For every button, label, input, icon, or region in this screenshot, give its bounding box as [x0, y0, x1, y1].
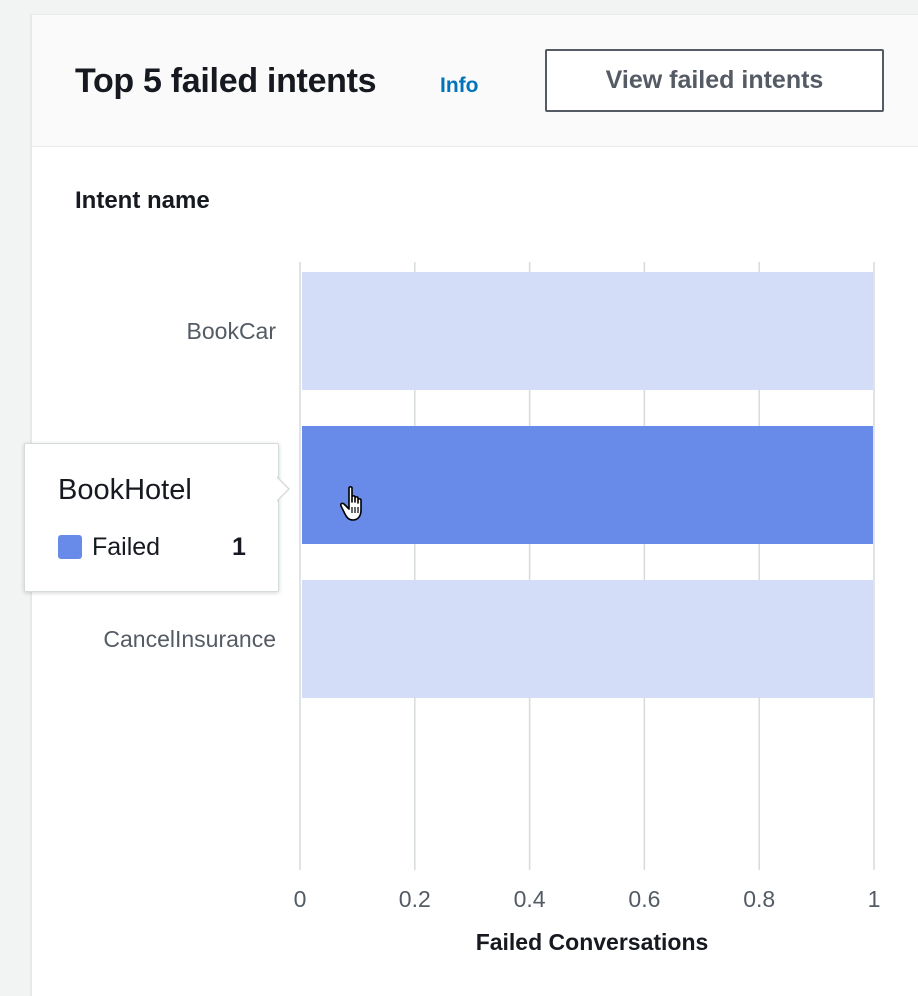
tooltip-arrow: [276, 477, 288, 501]
bar[interactable]: [302, 580, 873, 698]
category-label: CancelInsurance: [103, 626, 276, 652]
category-label: BookCar: [187, 318, 277, 344]
x-tick-label: 0.4: [514, 886, 546, 912]
bar[interactable]: [302, 426, 873, 544]
x-tick-label: 0.2: [399, 886, 431, 912]
bar-tooltip: BookHotel Failed 1: [24, 443, 279, 592]
x-tick-label: 1: [868, 886, 881, 912]
x-tick-label: 0: [294, 886, 307, 912]
x-axis-label: Failed Conversations: [476, 929, 709, 955]
tooltip-series-swatch: [58, 535, 82, 559]
page: Top 5 failed intents Info View failed in…: [0, 0, 918, 996]
x-tick-label: 0.6: [628, 886, 660, 912]
tooltip-title: BookHotel: [58, 474, 192, 506]
tooltip-series-label: Failed: [92, 533, 161, 561]
x-tick-label: 0.8: [743, 886, 775, 912]
bar[interactable]: [302, 272, 873, 390]
hand-pointer-icon: [340, 486, 362, 521]
tooltip-value: 1: [232, 533, 246, 561]
